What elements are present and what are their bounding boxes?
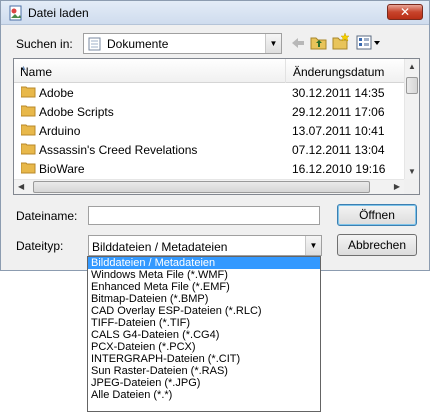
list-item[interactable]: Adobe Scripts 29.12.2011 17:06 xyxy=(14,102,406,121)
file-date: 16.12.2010 19:16 xyxy=(292,162,386,176)
filetype-label: Dateityp: xyxy=(16,239,64,253)
dropdown-option[interactable]: Bitmap-Dateien (*.BMP) xyxy=(88,293,320,305)
scroll-down-icon[interactable]: ▼ xyxy=(408,167,416,176)
dropdown-option[interactable]: Bilddateien / Metadateien xyxy=(88,257,320,269)
file-name: Arduino xyxy=(39,124,81,138)
vertical-scroll-thumb[interactable] xyxy=(406,77,418,94)
new-folder-icon[interactable] xyxy=(332,32,350,50)
dropdown-option[interactable]: Sun Raster-Dateien (*.RAS) xyxy=(88,365,320,377)
list-item[interactable]: Adobe 30.12.2011 14:35 xyxy=(14,83,406,102)
open-file-dialog: Datei laden ✕ Suchen in: Dokumente ▼ ▲ N… xyxy=(0,0,430,271)
app-icon xyxy=(9,5,22,21)
file-name: Adobe Scripts xyxy=(39,105,114,119)
file-date: 07.12.2011 13:04 xyxy=(292,143,385,157)
scroll-corner xyxy=(404,179,419,194)
dropdown-option[interactable]: Windows Meta File (*.WMF) xyxy=(88,269,320,281)
column-name-label: Name xyxy=(20,65,53,79)
filename-input[interactable] xyxy=(88,206,320,225)
scroll-left-icon[interactable]: ◀ xyxy=(18,182,24,191)
filename-label: Dateiname: xyxy=(16,209,78,223)
location-value: Dokumente xyxy=(107,37,169,51)
cancel-button[interactable]: Abbrechen xyxy=(337,234,417,256)
folder-icon xyxy=(21,143,36,155)
location-label: Suchen in: xyxy=(16,37,73,51)
dropdown-option[interactable]: PCX-Dateien (*.PCX) xyxy=(88,341,320,353)
up-folder-icon[interactable] xyxy=(310,33,328,51)
close-button[interactable]: ✕ xyxy=(387,4,423,20)
folder-icon xyxy=(21,124,36,136)
dropdown-option[interactable]: TIFF-Dateien (*.TIF) xyxy=(88,317,320,329)
file-date: 13.07.2011 10:41 xyxy=(292,124,385,138)
file-name: Adobe xyxy=(39,86,74,100)
back-arrow-icon[interactable] xyxy=(289,34,307,52)
file-date: 29.12.2011 17:06 xyxy=(292,105,385,119)
column-modified-label: Änderungsdatum xyxy=(293,65,385,79)
title-bar: Datei laden ✕ xyxy=(1,1,429,25)
chevron-down-icon[interactable]: ▼ xyxy=(265,34,281,53)
open-button[interactable]: Öffnen xyxy=(337,204,417,226)
list-header: ▲ Name Änderungsdatum xyxy=(14,59,406,83)
dropdown-option[interactable]: CALS G4-Dateien (*.CG4) xyxy=(88,329,320,341)
file-name: Assassin's Creed Revelations xyxy=(39,143,198,157)
view-menu-icon[interactable] xyxy=(356,34,382,52)
dropdown-option[interactable]: Alle Dateien (*.*) xyxy=(88,389,320,401)
file-list[interactable]: ▲ Name Änderungsdatum Adobe 30.12.2011 1… xyxy=(13,58,420,195)
filetype-dropdown-list[interactable]: Bilddateien / Metadateien Windows Meta F… xyxy=(87,256,321,412)
horizontal-scroll-thumb[interactable] xyxy=(33,181,370,193)
dropdown-option[interactable]: Enhanced Meta File (*.EMF) xyxy=(88,281,320,293)
documents-folder-icon xyxy=(88,37,101,51)
window-title: Datei laden xyxy=(28,6,89,20)
vertical-scrollbar[interactable]: ▲ ▼ xyxy=(404,59,419,179)
folder-icon xyxy=(21,86,36,98)
folder-icon xyxy=(21,105,36,117)
dropdown-option[interactable]: INTERGRAPH-Dateien (*.CIT) xyxy=(88,353,320,365)
filetype-value: Bilddateien / Metadateien xyxy=(92,240,228,254)
scroll-right-icon[interactable]: ▶ xyxy=(394,182,400,191)
list-item[interactable]: Assassin's Creed Revelations 07.12.2011 … xyxy=(14,140,406,159)
file-date: 30.12.2011 14:35 xyxy=(292,86,385,100)
column-header-name[interactable]: ▲ Name xyxy=(14,59,286,83)
list-item[interactable]: Arduino 13.07.2011 10:41 xyxy=(14,121,406,140)
list-item[interactable]: BioWare 16.12.2010 19:16 xyxy=(14,159,406,178)
scroll-up-icon[interactable]: ▲ xyxy=(408,62,416,71)
column-header-modified[interactable]: Änderungsdatum xyxy=(287,59,406,83)
folder-icon xyxy=(21,162,36,174)
filetype-select[interactable]: Bilddateien / Metadateien ▼ xyxy=(88,235,322,256)
file-rows: Adobe 30.12.2011 14:35 Adobe Scripts 29.… xyxy=(14,83,406,178)
file-name: BioWare xyxy=(39,162,85,176)
dropdown-option[interactable]: JPEG-Dateien (*.JPG) xyxy=(88,377,320,389)
horizontal-scrollbar[interactable]: ◀ ▶ xyxy=(14,179,404,194)
location-combo[interactable]: Dokumente ▼ xyxy=(83,33,282,54)
dropdown-option[interactable]: CAD Overlay ESP-Dateien (*.RLC) xyxy=(88,305,320,317)
chevron-down-icon[interactable]: ▼ xyxy=(305,236,321,255)
